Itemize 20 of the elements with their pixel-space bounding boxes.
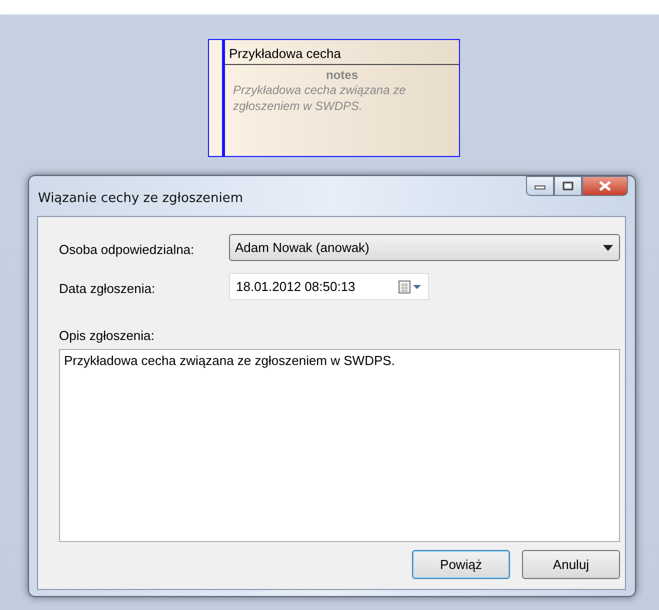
- notes-text: Przykładowa cecha związana ze zgłoszeniem w SWDPS.: [232, 82, 407, 114]
- description-textarea[interactable]: Przykładowa cecha związana ze zgłoszeniem w SWDPS.: [59, 349, 620, 542]
- diagram-element[interactable]: Przykładowa cecha notes Przykładowa cecha związana ze zgłoszeniem w SWDPS.: [208, 39, 460, 157]
- field-label: Opis zgłoszenia:: [59, 328, 156, 343]
- maximize-button[interactable]: [554, 176, 582, 196]
- dialog-button[interactable]: Anuluj: [522, 550, 620, 579]
- maximize-icon: [562, 181, 574, 191]
- close-button[interactable]: [582, 176, 628, 196]
- field-label: Osoba odpowiedzialna:: [59, 241, 196, 257]
- field-label: Data zgłoszenia:: [59, 280, 156, 296]
- window-title: Wiązanie cechy ze zgłoszeniem: [38, 191, 244, 206]
- dropdown-arrow-icon: [603, 244, 613, 250]
- calendar-icon: [398, 280, 422, 294]
- minimize-button[interactable]: [526, 176, 554, 196]
- element-title: Przykładowa cecha: [225, 40, 459, 65]
- dialog-button[interactable]: Powiąż: [412, 550, 510, 579]
- date-picker[interactable]: 18.01.2012 08:50:13: [229, 273, 429, 300]
- section-heading: notes: [324, 68, 359, 82]
- close-icon: [599, 181, 611, 191]
- person-dropdown[interactable]: Adam Nowak (anowak): [229, 234, 620, 261]
